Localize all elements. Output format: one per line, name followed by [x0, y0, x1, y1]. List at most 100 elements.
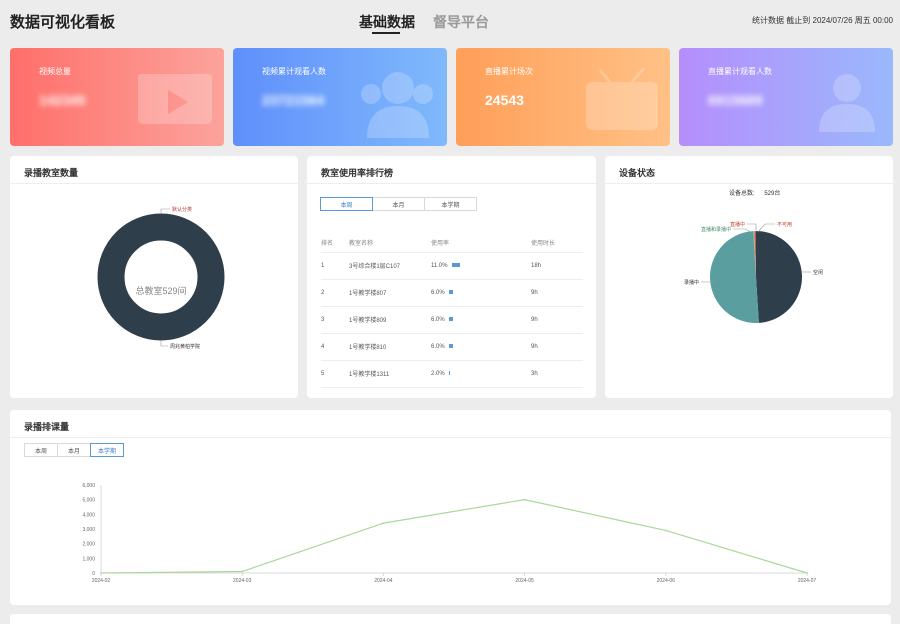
usage-rate-bar: [448, 370, 451, 375]
kpi-value: 24543: [485, 92, 524, 108]
rank-cell-text: 3: [321, 316, 325, 323]
donut-center-label: 总教室529间: [135, 285, 186, 296]
name-cell-text: 1号教学楼1311: [349, 372, 390, 378]
table-row: 2 1号教学楼807 6.0% 9h: [321, 279, 583, 307]
rate-cell-text: 6.0%: [431, 316, 445, 323]
data-point: [241, 570, 244, 573]
ranking-table: 排名 教室名称 使用率 使用时长 1 3号综合楼1层C107 11.0% 18h 2 1号…: [321, 234, 583, 388]
name-cell-text: 3号综合楼1层C107: [349, 264, 401, 270]
name-cell-text: 1号教学楼807: [349, 291, 387, 297]
usage-rate-bar: [448, 316, 454, 321]
donut-ring: [97, 213, 225, 341]
name-cell: 1号教学楼809: [349, 306, 431, 334]
rate-cell-text: 6.0%: [431, 343, 445, 350]
name-cell: 3号综合楼1层C107: [349, 252, 431, 280]
kpi-label: 视频累计观看人数: [262, 67, 326, 76]
rank-cell: 2: [321, 279, 349, 307]
table-row: 5 1号教学楼1311 2.0% 3h: [321, 360, 583, 388]
column-header-rate: 使用率: [431, 234, 531, 253]
usage-rate-bar: [451, 262, 460, 267]
period-week-button[interactable]: 本周: [320, 197, 373, 211]
period-month-button[interactable]: 本月: [372, 197, 425, 211]
people-icon: [361, 72, 433, 138]
duration-cell: 9h: [531, 333, 583, 361]
app-title: 数据可视化看板: [10, 14, 116, 31]
period-semester-button[interactable]: 本学期: [424, 197, 477, 211]
y-tick-label: 4,000: [82, 512, 95, 518]
name-cell: 1号教学楼810: [349, 333, 431, 361]
data-point: [382, 522, 385, 525]
next-panel: [10, 614, 891, 624]
rank-cell-text: 2: [321, 289, 325, 296]
pie-label-live: 直播中: [730, 221, 745, 228]
active-tab-indicator: [372, 32, 400, 34]
audience-icon: [819, 74, 875, 132]
kpi-value: 142345: [39, 92, 86, 108]
y-tick-label: 2,000: [82, 542, 95, 548]
rank-cell: 1: [321, 252, 349, 280]
stat-time: 统计数据 截止到 2024/07/26 周五 00:00: [752, 16, 893, 25]
x-tick-label: 2024-04: [374, 578, 393, 584]
x-tick-label: 2024-05: [515, 578, 534, 584]
pie-slice: [756, 231, 802, 323]
x-tick-label: 2024-06: [657, 578, 676, 584]
rank-cell: 3: [321, 306, 349, 334]
y-tick-label: 6,000: [82, 483, 95, 489]
table-row: 4 1号教学楼810 6.0% 9h: [321, 333, 583, 361]
duration-cell-text: 9h: [531, 343, 538, 350]
table-row: 3 1号教学楼809 6.0% 9h: [321, 306, 583, 334]
video-icon: [138, 74, 212, 124]
rate-cell: 6.0%: [431, 279, 531, 307]
duration-cell: 9h: [531, 279, 583, 307]
name-cell: 1号教学楼1311: [349, 360, 431, 388]
kpi-card-live-viewers: 直播累计观看人数 6915689: [679, 48, 893, 146]
schedule-semester-button[interactable]: 本学期: [90, 443, 124, 457]
rate-cell: 6.0%: [431, 306, 531, 334]
data-point: [806, 572, 808, 574]
tv-icon: [586, 68, 658, 130]
duration-cell: 18h: [531, 252, 583, 280]
column-header-duration: 使用时长: [531, 234, 583, 253]
kpi-label: 直播累计场次: [485, 67, 533, 76]
classroom-donut-chart: 总教室529间 默认分类 周兆黄柏学院: [97, 206, 225, 350]
kpi-card-live-sessions: 直播累计场次 24543: [456, 48, 670, 146]
duration-cell-text: 9h: [531, 289, 538, 296]
x-tick-label: 2024-07: [798, 578, 817, 584]
y-tick-label: 0: [92, 571, 95, 577]
tab-supervision-platform[interactable]: 督导平台: [433, 12, 489, 32]
name-cell: 1号教学楼807: [349, 279, 431, 307]
series-line: [100, 499, 808, 574]
pie-label-idle: 空闲: [813, 269, 823, 276]
rank-cell-text: 1: [321, 262, 325, 269]
schedule-panel: 录播排课量 本周 本月 本学期 0 1,000 2,000 3,000 4,000 5,0…: [10, 410, 891, 605]
panel-title: 教室使用率排行榜: [321, 168, 394, 178]
device-status-panel: 设备状态 设备总数: 529台 空闲 录播中 直播和录播中 直播中 不可用: [605, 156, 893, 398]
duration-cell-text: 9h: [531, 316, 538, 323]
rate-cell-text: 2.0%: [431, 370, 445, 377]
rank-cell-text: 4: [321, 343, 325, 350]
rate-cell-text: 6.0%: [431, 289, 445, 296]
y-tick-label: 1,000: [82, 556, 95, 562]
pie-label-unavailable: 不可用: [777, 222, 792, 228]
donut-label-bottom: 周兆黄柏学院: [170, 343, 200, 350]
x-tick-label: 2024-03: [233, 578, 252, 584]
x-tick-label: 2024-02: [92, 578, 111, 584]
kpi-card-video-total: 视频总量 142345: [10, 48, 224, 146]
data-point: [100, 572, 102, 574]
kpi-value: 23721564: [262, 92, 325, 108]
data-point: [523, 498, 526, 501]
pie-label-live-recording: 直播和录播中: [701, 226, 731, 233]
duration-cell-text: 18h: [531, 262, 542, 269]
usage-rate-bar: [448, 289, 454, 294]
pie-slice: [710, 231, 759, 323]
kpi-card-video-viewers: 视频累计观看人数 23721564: [233, 48, 447, 146]
pie-label-recording: 录播中: [684, 279, 699, 286]
data-point: [664, 529, 667, 532]
top-header: 数据可视化看板 基础数据 督导平台 统计数据 截止到 2024/07/26 周五…: [0, 0, 900, 42]
table-header-row: 排名 教室名称 使用率 使用时长: [321, 234, 583, 253]
kpi-label: 直播累计观看人数: [708, 67, 772, 76]
rank-cell: 5: [321, 360, 349, 388]
rate-cell-text: 11.0%: [431, 262, 448, 269]
tab-basic-data[interactable]: 基础数据: [359, 12, 415, 32]
name-cell-text: 1号教学楼810: [349, 345, 387, 351]
